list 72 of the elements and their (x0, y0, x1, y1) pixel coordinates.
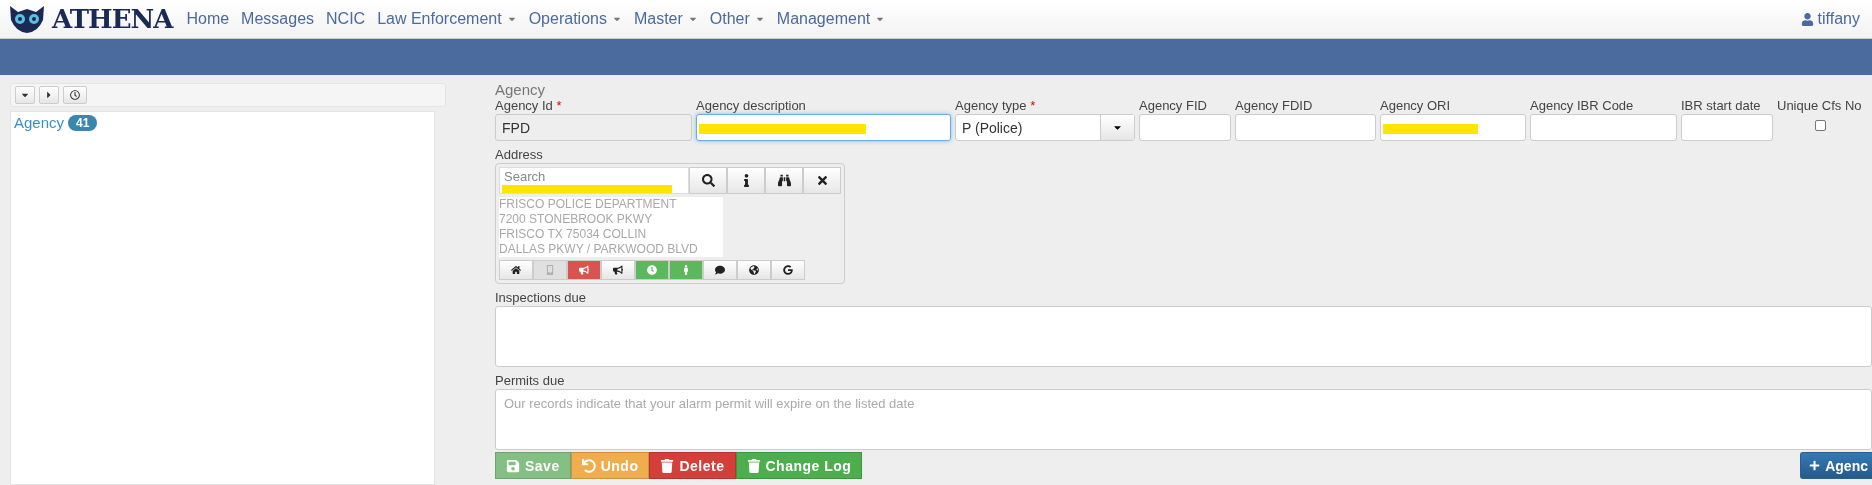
search-icon (701, 174, 715, 187)
binoculars-button[interactable] (765, 167, 803, 194)
plus-icon (1809, 460, 1821, 471)
input-field[interactable] (1235, 114, 1376, 141)
owl-logo-icon (8, 4, 46, 34)
form-title: Agency (495, 81, 547, 98)
phone-icon (545, 265, 555, 275)
address-line: FRISCO TX 75034 COLLIN (499, 227, 648, 242)
count-badge: 41 (68, 114, 98, 131)
checkbox[interactable] (1814, 120, 1826, 131)
field-label: Permits due (495, 373, 566, 389)
clock-icon (647, 265, 657, 275)
field-label: Agency description (696, 98, 807, 114)
nav-link[interactable]: Home (180, 10, 236, 28)
tool-button[interactable] (703, 260, 737, 280)
add-button[interactable]: Agenc (1800, 452, 1872, 479)
input-field[interactable] (1530, 114, 1677, 141)
input-field[interactable] (1139, 114, 1231, 141)
megaphone-icon (613, 265, 623, 275)
nav-link[interactable]: Operations (522, 10, 628, 28)
user-menu[interactable]: tiffany (1800, 10, 1864, 28)
expand-button[interactable] (15, 86, 35, 104)
tool-button[interactable] (601, 260, 635, 280)
tool-button[interactable] (499, 260, 533, 280)
select-field[interactable]: P (Police) (955, 114, 1135, 141)
field-label: Agency IBR Code (1530, 98, 1635, 114)
input-field[interactable] (1380, 114, 1526, 141)
binoculars-icon (777, 174, 791, 187)
field-label: Agency Id * (495, 98, 563, 114)
input-field[interactable] (1681, 114, 1773, 141)
field-label: Address (495, 147, 544, 163)
info-button[interactable] (727, 167, 765, 194)
trash-icon (746, 458, 761, 473)
field-label: Agency FID (1139, 98, 1208, 114)
address-line: FRISCO POLICE DEPARTMENT (499, 197, 678, 212)
tree-item[interactable]: Agency 41 (14, 114, 98, 131)
search-button[interactable] (689, 167, 727, 194)
nav-link[interactable]: NCIC (320, 10, 372, 28)
close-button[interactable] (803, 167, 841, 194)
tool-button[interactable] (771, 260, 805, 280)
field-label: Inspections due (495, 290, 588, 306)
field-label: Agency FDID (1235, 98, 1314, 114)
trash-icon (660, 458, 675, 473)
megaphone-icon (579, 265, 589, 275)
close-icon (815, 174, 829, 187)
input-field[interactable] (696, 114, 951, 141)
nav-link[interactable]: Management (770, 10, 892, 28)
collapse-button[interactable] (39, 86, 59, 104)
user-icon (1800, 12, 1814, 26)
nav-link[interactable]: Messages (235, 10, 321, 28)
field-label: IBR start date (1681, 98, 1762, 114)
nav-link[interactable]: Master (627, 10, 704, 28)
nav-link[interactable]: Law Enforcement (371, 10, 523, 28)
field-label: Agency type * (955, 98, 1037, 114)
letter-g-icon (783, 265, 793, 275)
address-line: DALLAS PKWY / PARKWOOD BLVD (499, 242, 699, 257)
field-label: Agency ORI (1380, 98, 1452, 114)
log-button[interactable]: Change Log (735, 452, 863, 479)
person-icon (681, 265, 691, 275)
speech-bubble-icon (715, 265, 725, 275)
history-button[interactable] (63, 86, 87, 104)
field-label: Unique Cfs No (1777, 98, 1863, 114)
clock-icon (70, 90, 80, 100)
undo-icon (581, 458, 596, 473)
home-icon (511, 265, 521, 275)
globe-icon (749, 265, 759, 275)
tool-button[interactable] (737, 260, 771, 280)
nav-link[interactable]: Other (703, 10, 771, 28)
delete-button[interactable]: Delete (649, 452, 736, 479)
brand-name: ATHENA (52, 4, 173, 34)
address-line: 7200 STONEBROOK PKWY (499, 212, 654, 227)
search-field[interactable]: Search (499, 167, 689, 194)
